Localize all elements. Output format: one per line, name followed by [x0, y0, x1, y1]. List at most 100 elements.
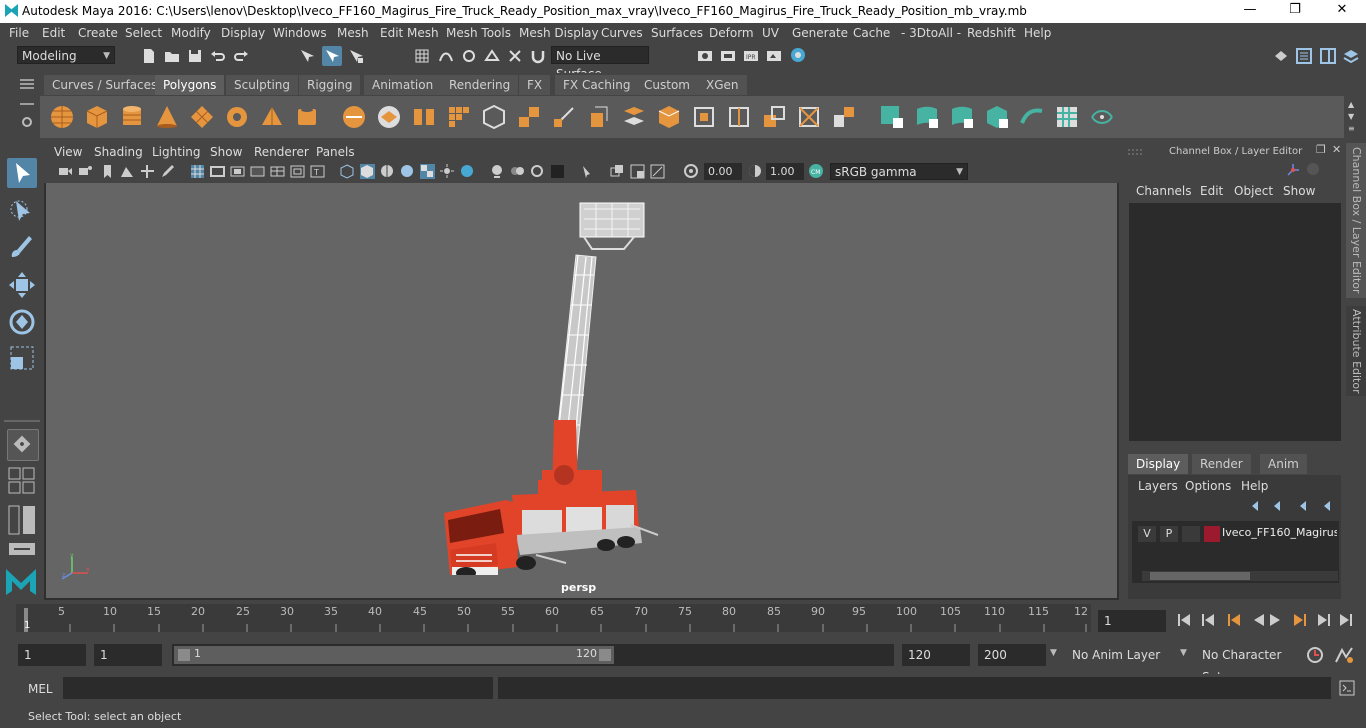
animation-preferences-icon[interactable]	[1334, 646, 1354, 664]
layer-playback-toggle[interactable]: P	[1160, 526, 1178, 542]
layer-tab-render[interactable]: Render	[1192, 454, 1251, 474]
lighting-icon[interactable]	[440, 164, 455, 179]
menu-edit[interactable]: Edit	[42, 26, 65, 40]
smooth-shade-icon[interactable]	[360, 164, 375, 179]
shelf-tab-xgen[interactable]: XGen	[698, 75, 747, 95]
menu-select[interactable]: Select	[125, 26, 162, 40]
menu-create[interactable]: Create	[78, 26, 118, 40]
poly-cube-icon[interactable]	[85, 105, 109, 129]
snap-grid-icon[interactable]	[414, 48, 430, 64]
menu-mesh-tools[interactable]: Mesh Tools	[446, 26, 511, 40]
menu-redshift[interactable]: Redshift	[967, 26, 1016, 40]
cylindrical-uv-icon[interactable]	[915, 105, 939, 129]
graph-layout-icon[interactable]	[8, 542, 36, 556]
open-scene-icon[interactable]	[164, 48, 180, 64]
layer-type-toggle[interactable]	[1182, 526, 1200, 542]
view-transform-dropdown[interactable]: sRGB gamma ▼	[830, 163, 968, 180]
safe-title-icon[interactable]: T	[310, 164, 325, 179]
close-button[interactable]: ✕	[1322, 2, 1362, 20]
shelf-settings-gear-icon[interactable]	[21, 116, 33, 128]
range-start-grip[interactable]	[178, 649, 190, 661]
extrude-icon[interactable]	[587, 105, 611, 129]
script-editor-icon[interactable]	[1339, 680, 1355, 696]
viewport-menu-lighting[interactable]: Lighting	[152, 145, 201, 159]
range-end-grip[interactable]	[599, 649, 611, 661]
layer-buttons-icons[interactable]	[1246, 499, 1336, 513]
perspective-viewport-canvas[interactable]: y z x persp	[46, 183, 1117, 598]
menu-modify[interactable]: Modify	[171, 26, 211, 40]
workspace-icon[interactable]	[1273, 48, 1289, 64]
viewport-menu-shading[interactable]: Shading	[94, 145, 143, 159]
speed-icon[interactable]	[1307, 163, 1319, 175]
animation-start-field[interactable]: 1	[18, 644, 86, 666]
spherical-uv-icon[interactable]	[950, 105, 974, 129]
panel-grip-icon[interactable]	[1128, 149, 1142, 155]
grease-pencil-icon[interactable]	[160, 164, 175, 179]
time-slider[interactable]: 5 10 15 20 25 30 35 40 45 50 55 60 65 70…	[16, 604, 1091, 634]
snap-view-plane-icon[interactable]	[484, 48, 500, 64]
separate-icon[interactable]	[377, 105, 401, 129]
combine-icon[interactable]	[342, 105, 366, 129]
animation-end-field[interactable]: 200	[978, 644, 1046, 666]
current-frame-marker[interactable]: 1	[24, 620, 30, 631]
poly-plane-icon[interactable]	[190, 105, 214, 129]
playback-end-field[interactable]: 120	[902, 644, 970, 666]
layer-name[interactable]: Iveco_FF160_Magirus_	[1222, 526, 1337, 539]
select-tool-button[interactable]	[7, 158, 37, 188]
render-frame-icon[interactable]	[697, 48, 713, 64]
poly-pyramid-icon[interactable]	[260, 105, 284, 129]
layer-tab-display[interactable]: Display	[1128, 454, 1189, 474]
anim-layer-dropdown[interactable]: No Anim Layer	[1068, 644, 1176, 666]
shelf-tab-animation[interactable]: Animation	[364, 75, 442, 95]
channel-edit-menu[interactable]: Edit	[1200, 184, 1223, 198]
target-weld-icon[interactable]	[797, 105, 821, 129]
channel-box-toggle-icon[interactable]	[1320, 48, 1336, 64]
xray-icon[interactable]	[610, 164, 625, 179]
side-tab-channel-box[interactable]: Channel Box / Layer Editor	[1346, 143, 1366, 298]
layer-editor-toggle-icon[interactable]	[1343, 48, 1359, 64]
shadows-icon[interactable]	[460, 164, 475, 179]
bridge-edges-icon[interactable]	[692, 105, 716, 129]
field-chart-icon[interactable]	[270, 164, 285, 179]
poly-torus-icon[interactable]	[225, 105, 249, 129]
viewport-menu-view[interactable]: View	[54, 145, 82, 159]
menu-mesh[interactable]: Mesh	[337, 26, 369, 40]
shelf-options-icon[interactable]: ≡	[1348, 124, 1355, 133]
live-surface-field[interactable]: No Live Surface	[551, 46, 649, 81]
merge-icon[interactable]	[832, 105, 856, 129]
menu-surfaces[interactable]: Surfaces	[651, 26, 703, 40]
snap-point-icon[interactable]	[461, 48, 477, 64]
character-set-dropdown[interactable]: No Character Set	[1198, 644, 1296, 684]
layer-visibility-toggle[interactable]: V	[1138, 526, 1156, 542]
insert-edge-loop-icon[interactable]	[727, 105, 751, 129]
bevel-icon[interactable]	[657, 105, 681, 129]
close-panel-icon[interactable]: ✕	[1332, 143, 1341, 156]
wireframe-on-shaded-icon[interactable]	[380, 164, 395, 179]
layer-row[interactable]: V P Iveco_FF160_Magirus_	[1132, 525, 1339, 543]
reduce-icon[interactable]	[482, 105, 506, 129]
lasso-tool-button[interactable]	[7, 196, 37, 226]
image-plane-icon[interactable]	[120, 164, 135, 179]
menu-display[interactable]: Display	[221, 26, 265, 40]
auto-key-icon[interactable]	[1306, 646, 1324, 664]
shelf-tab-polygons[interactable]: Polygons	[155, 75, 225, 95]
poly-cone-icon[interactable]	[155, 105, 179, 129]
channels-menu[interactable]: Channels	[1136, 184, 1192, 198]
viewport-menu-renderer[interactable]: Renderer	[254, 145, 309, 159]
minimize-button[interactable]: —	[1230, 2, 1270, 20]
depth-of-field-icon[interactable]	[550, 164, 565, 179]
current-frame-field[interactable]: 1	[1098, 610, 1166, 632]
move-sew-uv-icon[interactable]	[1020, 105, 1044, 129]
shelf-tab-rigging[interactable]: Rigging	[299, 75, 361, 95]
menu-uv[interactable]: UV	[762, 26, 779, 40]
shelf-tab-curves-surfaces[interactable]: Curves / Surfaces	[44, 75, 166, 95]
attribute-editor-toggle-icon[interactable]	[1296, 48, 1312, 64]
xray-active-components-icon[interactable]	[630, 164, 645, 179]
layer-options-menu[interactable]: Options	[1185, 479, 1231, 493]
range-slider-handle[interactable]: 1 120	[174, 646, 614, 664]
layer-color-swatch[interactable]	[1204, 526, 1220, 542]
shelf-menu-icon[interactable]	[20, 79, 34, 89]
layer-help-menu[interactable]: Help	[1241, 479, 1268, 493]
motion-blur-icon[interactable]	[510, 164, 525, 179]
shelf-tab-fx-caching[interactable]: FX Caching	[555, 75, 639, 95]
